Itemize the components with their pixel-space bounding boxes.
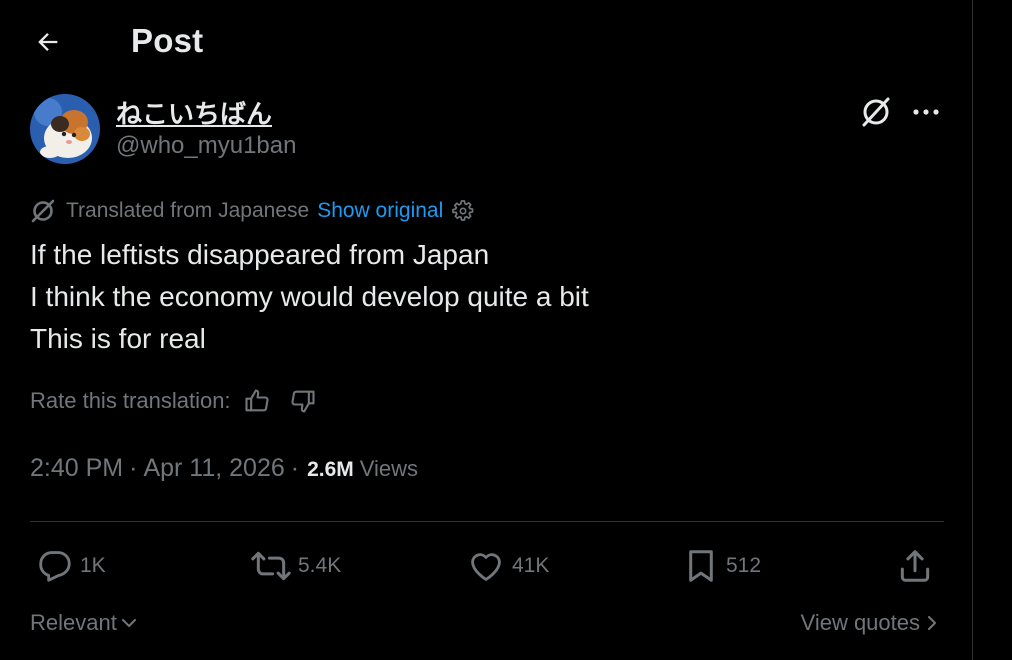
avatar[interactable] (30, 94, 100, 164)
bookmark-button[interactable]: 512 (682, 544, 761, 588)
author-display-name[interactable]: ねこいちばん (116, 94, 272, 131)
repost-button[interactable]: 5.4K (250, 544, 341, 588)
more-dots-icon (913, 109, 939, 115)
reply-button[interactable]: 1K (36, 544, 106, 588)
cat-avatar-image (30, 94, 100, 164)
translation-label: Translated from Japanese (66, 199, 310, 222)
reply-icon (39, 551, 71, 582)
translation-notice: Translated from Japanese Show original (30, 196, 475, 226)
show-original-link[interactable]: Show original (317, 199, 443, 223)
bookmark-count: 512 (726, 554, 762, 577)
rate-translation-label: Rate this translation: (30, 388, 231, 413)
chevron-right-icon (926, 613, 938, 633)
divider (30, 521, 944, 522)
author-handle[interactable]: @who_myu1ban (116, 132, 296, 160)
gear-icon (452, 200, 474, 221)
chevron-down-icon (120, 614, 138, 632)
share-icon (900, 550, 930, 582)
arrow-left-icon (38, 33, 58, 51)
grok-button[interactable] (858, 94, 894, 130)
meta-separator: · (129, 454, 138, 482)
grok-icon (862, 97, 890, 127)
views-count: 2.6M (307, 458, 354, 481)
thumbs-up-icon (244, 389, 269, 412)
heart-icon (471, 553, 501, 581)
rate-translation: Rate this translation: (30, 384, 317, 418)
more-options-button[interactable] (908, 94, 944, 130)
repost-count: 5.4K (298, 554, 342, 577)
post-text-line: This is for real (30, 323, 206, 354)
page-title: Post (131, 22, 204, 59)
post-meta: 2:40 PM · Apr 11, 2026 · 2.6M Views (30, 454, 418, 490)
post-text-line: If the leftists disappeared from Japan (30, 239, 490, 270)
meta-separator: · (290, 454, 300, 482)
reply-count: 1K (80, 554, 106, 577)
action-bar: 1K 5.4K 41K 512 (30, 544, 944, 588)
sort-label: Relevant (30, 610, 117, 635)
back-button[interactable] (30, 24, 66, 60)
post-header: Post (0, 0, 972, 84)
bookmark-icon (689, 550, 713, 582)
post-date[interactable]: Apr 11, 2026 (143, 454, 284, 483)
translate-icon (30, 198, 56, 224)
views-label: Views (359, 456, 419, 481)
like-count: 41K (512, 554, 550, 577)
post-text: If the leftists disappeared from Japan I… (30, 234, 589, 360)
thumbs-up-button[interactable] (243, 387, 271, 415)
view-quotes-link[interactable]: View quotes (801, 610, 938, 636)
sort-replies-dropdown[interactable]: Relevant (30, 610, 138, 636)
replies-toolbar: Relevant View quotes (30, 604, 944, 644)
repost-icon (251, 551, 291, 581)
post-time[interactable]: 2:40 PM (30, 454, 123, 483)
column-border (972, 0, 973, 660)
view-quotes-label: View quotes (800, 610, 920, 635)
post-text-line: I think the economy would develop quite … (30, 281, 589, 312)
thumbs-down-icon (290, 390, 315, 413)
share-button[interactable] (896, 544, 934, 588)
thumbs-down-button[interactable] (289, 387, 317, 415)
translation-settings-button[interactable] (451, 199, 475, 223)
like-button[interactable]: 41K (466, 544, 549, 588)
